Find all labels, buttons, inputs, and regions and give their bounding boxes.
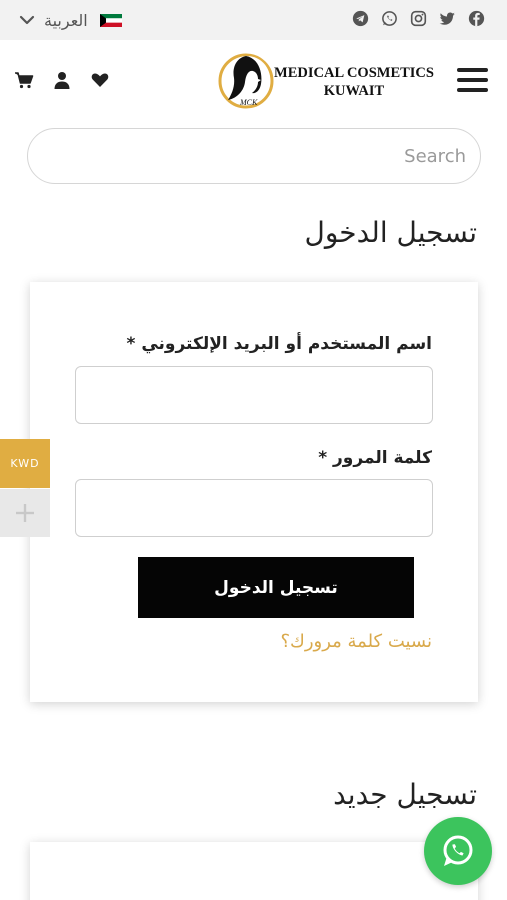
plus-icon: [16, 504, 34, 522]
whatsapp-icon[interactable]: [381, 10, 398, 27]
currency-badge[interactable]: KWD: [0, 439, 50, 488]
facebook-icon[interactable]: [468, 10, 485, 27]
instagram-icon[interactable]: [410, 10, 427, 27]
social-links: [352, 10, 485, 27]
site-header: MCK MEDICAL COSMETICS KUWAIT: [0, 40, 507, 122]
twitter-icon[interactable]: [439, 10, 456, 27]
svg-text:MCK: MCK: [239, 98, 258, 107]
currency-expand-button[interactable]: [0, 489, 50, 537]
register-form-card: [30, 842, 478, 900]
site-logo[interactable]: MCK MEDICAL COSMETICS KUWAIT: [216, 50, 434, 112]
chevron-down-icon[interactable]: [18, 11, 36, 29]
language-switcher[interactable]: العربية: [18, 9, 122, 31]
search-input[interactable]: [27, 128, 481, 184]
whatsapp-icon: [443, 835, 473, 866]
logo-line-2: KUWAIT: [323, 83, 385, 99]
user-icon[interactable]: [52, 70, 72, 90]
logo-wordmark: MEDICAL COSMETICS KUWAIT: [274, 64, 434, 100]
forgot-password-link[interactable]: نسيت كلمة مرورك؟: [280, 631, 432, 652]
header-actions: [14, 70, 110, 90]
logo-line-1: MEDICAL COSMETICS: [274, 65, 434, 81]
login-button[interactable]: تسجيل الدخول: [138, 557, 414, 618]
heart-icon[interactable]: [90, 70, 110, 90]
cart-icon[interactable]: [14, 70, 34, 90]
login-heading: تسجيل الدخول: [304, 216, 477, 249]
top-bar: العربية: [0, 0, 507, 40]
kuwait-flag-icon: [99, 13, 122, 27]
username-label: اسم المستخدم أو البريد الإلكتروني *: [126, 334, 432, 354]
logo-emblem-icon: MCK: [218, 53, 274, 109]
telegram-icon[interactable]: [352, 10, 369, 27]
username-field[interactable]: [75, 366, 433, 424]
register-heading: تسجيل جديد: [333, 778, 477, 811]
password-label: كلمة المرور *: [318, 448, 432, 468]
password-field[interactable]: [75, 479, 433, 537]
hamburger-menu-icon[interactable]: [457, 68, 489, 94]
whatsapp-chat-button[interactable]: [424, 817, 492, 885]
language-label[interactable]: العربية: [44, 11, 88, 30]
login-form-card: اسم المستخدم أو البريد الإلكتروني * كلمة…: [30, 282, 478, 702]
